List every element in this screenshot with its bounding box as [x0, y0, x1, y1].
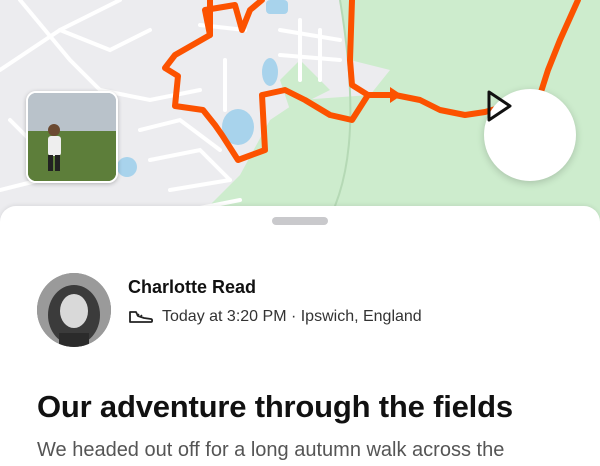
map-water-small: [117, 157, 137, 177]
activity-description: We headed out off for a long autumn walk…: [37, 439, 505, 461]
activity-photo-thumbnail[interactable]: [26, 91, 118, 183]
activity-location: Ipswich, England: [300, 308, 422, 325]
photo-person-figure: [28, 93, 116, 181]
play-button[interactable]: [484, 89, 576, 181]
shoe-icon: [129, 311, 154, 323]
activity-details-sheet: Charlotte Read Today at 3:20 PM · Ipswic…: [0, 206, 600, 466]
sheet-drag-handle[interactable]: [272, 217, 328, 225]
activity-title: Our adventure through the fields: [37, 389, 513, 424]
play-icon: [487, 90, 512, 122]
avatar-portrait: [37, 273, 111, 347]
route-map[interactable]: [0, 0, 600, 235]
athlete-name[interactable]: Charlotte Read: [128, 277, 256, 298]
meta-separator: ·: [286, 308, 301, 325]
activity-timestamp: Today at 3:20 PM: [162, 308, 287, 325]
avatar[interactable]: [37, 273, 111, 347]
activity-meta: Today at 3:20 PM · Ipswich, England: [128, 308, 422, 326]
map-water-reservoir: [266, 0, 288, 14]
map-water-canal: [262, 58, 278, 86]
